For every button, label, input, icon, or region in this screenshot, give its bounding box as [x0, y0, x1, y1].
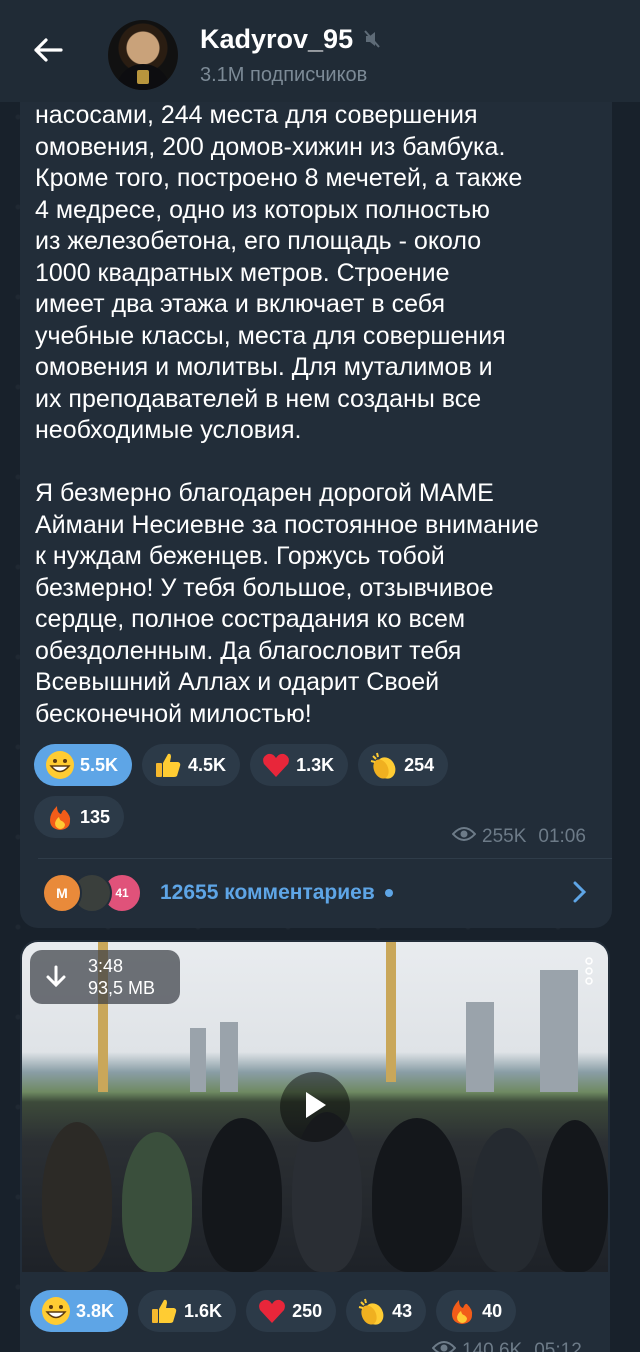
reaction-thumbs-up[interactable]: 1.6K [138, 1290, 237, 1332]
video-download-badge[interactable]: 3:48 93,5 MB [30, 950, 180, 1004]
person [372, 1118, 462, 1272]
avatar-letter: М [56, 885, 68, 901]
divider [38, 858, 612, 859]
building [190, 1028, 206, 1092]
reactions-row: 5.5K 4.5K 1.3K 254 [34, 744, 449, 786]
reaction-thumbs-up[interactable]: 4.5K [142, 744, 241, 786]
back-button[interactable] [28, 32, 68, 72]
building [220, 1022, 238, 1092]
grinning-face-icon [40, 1295, 72, 1327]
message-time: 01:06 [538, 826, 586, 847]
reaction-count: 1.3K [296, 754, 335, 775]
chat-header: Kadyrov_95 3.1M подписчиков [0, 0, 640, 102]
reaction-heart[interactable]: 250 [246, 1290, 337, 1332]
video-size: 93,5 MB [88, 978, 156, 998]
message-meta: 255K 01:06 [451, 826, 586, 848]
message-meta: 140.6K 05:12 [431, 1340, 582, 1352]
video-duration: 3:48 [88, 956, 124, 976]
reaction-fire[interactable]: 135 [34, 796, 125, 838]
red-heart-icon [256, 1295, 288, 1327]
muted-icon [364, 30, 380, 48]
comments-label: 12655 комментариев [160, 881, 375, 904]
building [540, 970, 578, 1092]
reaction-count: 40 [482, 1300, 503, 1321]
eye-icon [451, 826, 477, 848]
views-count: 255K [482, 826, 527, 847]
avatar-emblem [137, 70, 149, 84]
tower [386, 942, 396, 1082]
unread-dot [384, 889, 393, 897]
reaction-count: 254 [404, 754, 435, 775]
reaction-clap[interactable]: 254 [358, 744, 449, 786]
subscriber-count: 3.1M подписчиков [200, 64, 368, 86]
reaction-count: 3.8K [76, 1300, 115, 1321]
person [122, 1132, 192, 1272]
reaction-fire[interactable]: 40 [436, 1290, 517, 1332]
channel-avatar[interactable] [108, 20, 178, 90]
avatar-badge: 41 [115, 886, 129, 900]
person [42, 1122, 112, 1272]
building [466, 1002, 494, 1092]
commenter-avatar: М [42, 873, 82, 913]
reactions-row-2: 135 [34, 796, 125, 838]
person [202, 1118, 282, 1272]
views-count: 140.6K [462, 1340, 523, 1352]
reaction-count: 5.5K [80, 754, 119, 775]
person [472, 1128, 542, 1272]
clapping-hands-icon [368, 749, 400, 781]
thumbs-up-icon [148, 1295, 180, 1327]
reaction-clap[interactable]: 43 [346, 1290, 427, 1332]
reactions-row-video: 3.8K 1.6K 250 43 40 [30, 1290, 517, 1332]
fire-icon [446, 1295, 478, 1327]
reaction-count: 43 [392, 1300, 413, 1321]
clapping-hands-icon [356, 1295, 388, 1327]
channel-name[interactable]: Kadyrov_95 [200, 24, 353, 55]
reaction-count: 250 [292, 1300, 323, 1321]
person [542, 1120, 608, 1272]
message-text: насосами, 244 места для совершения омове… [35, 101, 539, 728]
grinning-face-icon [44, 749, 76, 781]
arrow-left-icon [33, 37, 63, 68]
reaction-count: 1.6K [184, 1300, 223, 1321]
message-time: 05:12 [534, 1340, 582, 1352]
download-icon [44, 964, 68, 995]
more-options-icon[interactable] [584, 956, 594, 991]
red-heart-icon [260, 749, 292, 781]
play-icon [302, 1090, 328, 1125]
fire-icon [44, 801, 76, 833]
reaction-heart[interactable]: 1.3K [250, 744, 349, 786]
chevron-right-icon [572, 880, 588, 909]
comments-button[interactable]: М 41 12655 комментариев [42, 868, 602, 918]
reaction-count: 4.5K [188, 754, 227, 775]
reaction-grinning[interactable]: 5.5K [34, 744, 133, 786]
eye-icon [431, 1340, 457, 1352]
thumbs-up-icon [152, 749, 184, 781]
play-button[interactable] [280, 1072, 350, 1142]
reaction-count: 135 [80, 806, 111, 827]
reaction-grinning[interactable]: 3.8K [30, 1290, 129, 1332]
